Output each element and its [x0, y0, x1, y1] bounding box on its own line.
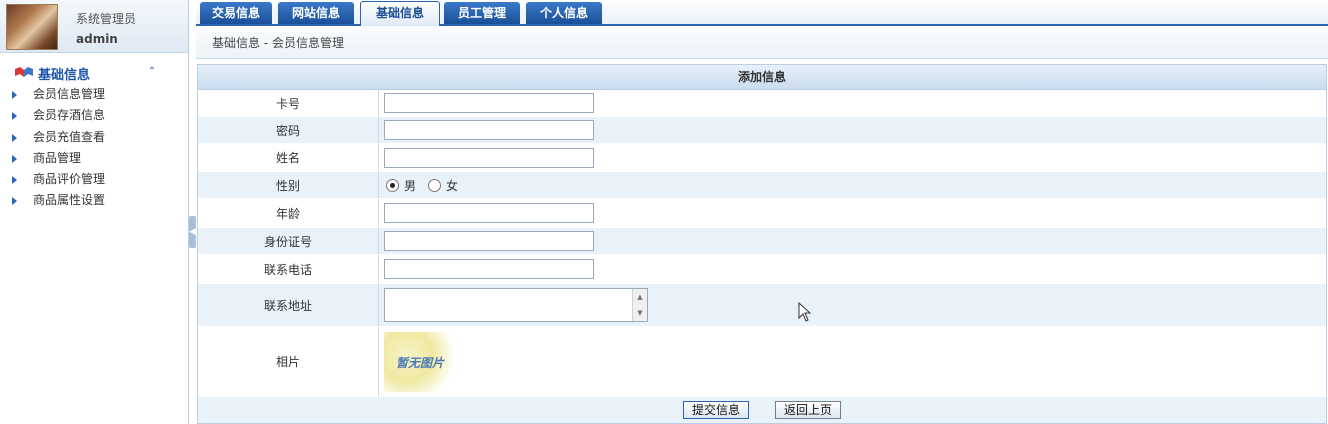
tab-staff[interactable]: 员工管理	[444, 2, 520, 24]
gender-male-radio[interactable]	[386, 178, 399, 192]
field-label: 姓名	[198, 144, 379, 171]
sidebar-item-member-recharge[interactable]: 会员充值查看	[0, 127, 188, 148]
sidebar-item-products[interactable]: 商品管理	[0, 148, 188, 169]
sidebar-item-label: 商品管理	[33, 150, 82, 165]
gender-female-label: 女	[446, 178, 459, 193]
form-row-card: 卡号	[198, 90, 1326, 117]
phone-input[interactable]	[384, 259, 594, 279]
sidebar-section-header[interactable]: 基础信息 ⌃	[0, 62, 188, 83]
arrow-right-icon	[12, 176, 17, 185]
form-row-gender: 性别 男 女	[198, 172, 1326, 199]
scroll-down-icon[interactable]: ▼	[633, 305, 647, 321]
field-label: 年龄	[198, 199, 379, 227]
sidebar-item-product-attributes[interactable]: 商品属性设置	[0, 190, 188, 211]
form-row-address: 联系地址 ▲ ▼	[198, 284, 1326, 327]
arrow-right-icon	[12, 112, 17, 121]
photo-placeholder-text: 暂无图片	[396, 355, 445, 370]
sidebar-menu: 会员信息管理 会员存酒信息 会员充值查看 商品管理 商品评价管理 商品属性设置	[0, 84, 188, 212]
tab-personal[interactable]: 个人信息	[526, 2, 602, 24]
gender-male-label: 男	[404, 178, 417, 193]
photo-placeholder-image[interactable]: 暂无图片	[384, 331, 460, 392]
user-box: 系统管理员 admin	[0, 0, 188, 53]
user-name: admin	[76, 32, 118, 46]
form-row-age: 年龄	[198, 199, 1326, 228]
field-label: 卡号	[198, 90, 379, 116]
tab-bar: 交易信息 网站信息 基础信息 员工管理 个人信息	[196, 0, 1328, 26]
mouse-pointer-icon	[798, 302, 812, 322]
id-number-input[interactable]	[384, 231, 594, 251]
field-label: 相片	[198, 327, 379, 396]
sidebar-item-member-wine[interactable]: 会员存酒信息	[0, 105, 188, 126]
sidebar-item-label: 商品评价管理	[33, 172, 106, 187]
field-label: 密码	[198, 117, 379, 143]
form-row-name: 姓名	[198, 144, 1326, 172]
back-button[interactable]: 返回上页	[775, 401, 842, 419]
avatar	[6, 4, 58, 50]
form-row-password: 密码	[198, 117, 1326, 144]
breadcrumb: 基础信息 - 会员信息管理	[212, 36, 344, 50]
name-input[interactable]	[384, 147, 594, 168]
add-member-form: 添加信息 卡号 密码 姓名 性别 男 女 年龄 身份证号 联系电话 联系地址 ▲…	[197, 64, 1327, 424]
tab-basic-info[interactable]: 基础信息	[360, 1, 440, 26]
textarea-scrollbar[interactable]: ▲ ▼	[632, 289, 647, 321]
sidebar-section-title: 基础信息	[38, 68, 91, 83]
age-input[interactable]	[384, 203, 594, 223]
sidebar-item-label: 商品属性设置	[33, 193, 106, 208]
sidebar: 系统管理员 admin 基础信息 ⌃ 会员信息管理 会员存酒信息 会员充值查看 …	[0, 0, 189, 424]
sidebar-toggle-handle[interactable]: ◀	[189, 216, 196, 248]
scroll-up-icon[interactable]: ▲	[633, 289, 647, 305]
arrow-right-icon	[12, 154, 17, 163]
form-row-photo: 相片 暂无图片	[198, 327, 1326, 397]
tab-transactions[interactable]: 交易信息	[200, 2, 272, 24]
submit-button[interactable]: 提交信息	[682, 401, 749, 419]
collapse-icon[interactable]: ⌃	[146, 66, 158, 78]
field-label: 联系地址	[198, 284, 379, 326]
books-icon	[15, 67, 33, 77]
tab-website[interactable]: 网站信息	[278, 2, 354, 24]
field-label: 联系电话	[198, 255, 379, 283]
field-label: 性别	[198, 172, 379, 198]
address-textarea[interactable]: ▲ ▼	[384, 288, 648, 322]
sidebar-item-member-info[interactable]: 会员信息管理	[0, 84, 188, 105]
arrow-right-icon	[12, 91, 17, 99]
field-label: 身份证号	[198, 228, 379, 254]
form-row-phone: 联系电话	[198, 255, 1326, 284]
breadcrumb-bar: 基础信息 - 会员信息管理	[196, 26, 1328, 59]
sidebar-item-product-reviews[interactable]: 商品评价管理	[0, 169, 188, 190]
form-actions: 提交信息 返回上页	[198, 397, 1326, 423]
password-input[interactable]	[384, 120, 594, 140]
user-role: 系统管理员	[76, 12, 137, 26]
form-title: 添加信息	[198, 65, 1326, 90]
arrow-right-icon	[12, 133, 17, 142]
sidebar-item-label: 会员存酒信息	[33, 108, 106, 123]
form-row-id: 身份证号	[198, 228, 1326, 255]
card-number-input[interactable]	[384, 93, 594, 113]
gender-female-radio[interactable]	[428, 178, 442, 192]
sidebar-item-label: 会员充值查看	[33, 129, 106, 144]
sidebar-item-label: 会员信息管理	[33, 87, 106, 101]
arrow-right-icon	[12, 197, 17, 206]
